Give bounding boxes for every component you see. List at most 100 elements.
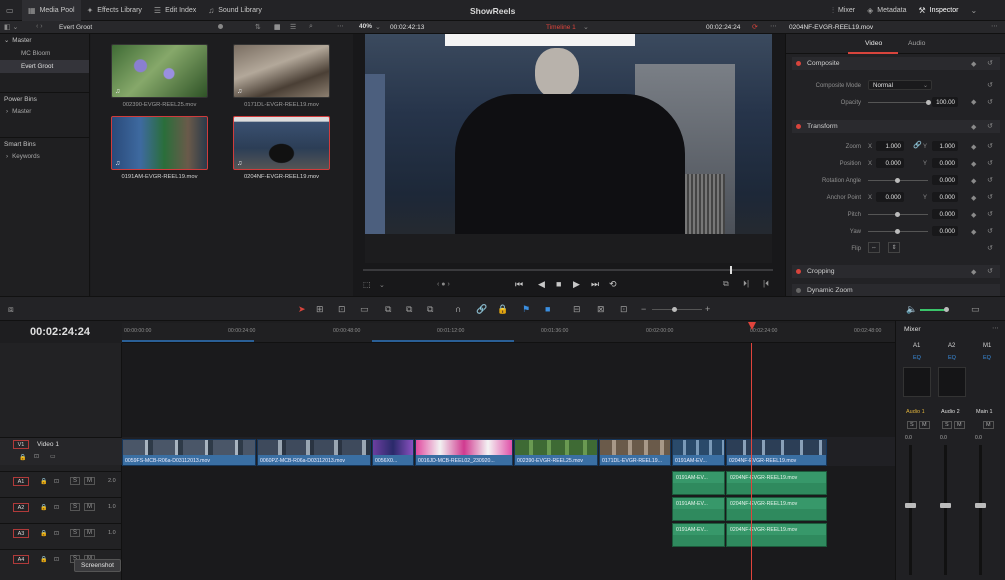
trim-tool-icon[interactable]: ⊞ (316, 304, 324, 315)
mute-button[interactable]: M (919, 421, 930, 429)
timeline-zoom-handle[interactable] (672, 307, 677, 312)
media-pool-button[interactable]: ▦ Media Pool (22, 0, 81, 21)
clip-thumbnail[interactable]: ♫ (233, 116, 330, 170)
position-x-value[interactable]: 0.000 (876, 158, 904, 168)
position-y-value[interactable]: 0.000 (932, 158, 958, 168)
smart-bin-keywords[interactable]: › Keywords (0, 150, 89, 163)
audio-clip[interactable]: 0191AM-EV... (672, 523, 725, 547)
monitor-icon[interactable]: ▭ (50, 453, 56, 460)
audio-clip[interactable]: 0204NF-EVGR-REEL19.mov (726, 497, 827, 521)
timeline-ruler[interactable]: 00:00:00:00 00:00:24:00 00:00:48:00 00:0… (122, 322, 895, 343)
reset-icon[interactable]: ↺ (987, 159, 993, 167)
clip-thumbnail[interactable]: ♫ (111, 116, 208, 170)
video-clip[interactable]: 0059FS-MCB-R06a-D03112013.mov (122, 439, 256, 466)
zoom-in-icon[interactable]: + (705, 304, 710, 314)
lock-icon[interactable]: 🔒 (40, 556, 47, 563)
sync-icon[interactable]: ⟳ (752, 23, 758, 31)
crop-tool-icon[interactable]: ⬚ (363, 280, 371, 289)
video-clip[interactable]: 0016JD-MCB-REEL02_230920... (415, 439, 513, 466)
selection-tool-icon[interactable]: ➤ (298, 304, 306, 315)
anchor-y-value[interactable]: 0.000 (932, 192, 958, 202)
video-clip[interactable]: 0056X0... (372, 439, 414, 466)
composite-section-header[interactable]: Composite (792, 57, 1000, 70)
keyframe-icon[interactable]: ◆ (971, 160, 976, 168)
dynamic-zoom-section-header[interactable]: Dynamic Zoom (792, 284, 1000, 296)
fader-handle[interactable] (905, 503, 916, 508)
reset-icon[interactable]: ↺ (987, 142, 993, 150)
insert-clip-icon[interactable]: ⧉ (385, 304, 391, 315)
video-clip[interactable]: 0191AM-EV... (672, 439, 725, 466)
viewer-zoom[interactable]: 40% (359, 23, 372, 30)
keyframe-icon[interactable]: ◆ (971, 143, 976, 151)
auto-select-icon[interactable]: ⊡ (54, 556, 59, 563)
chevron-down-icon[interactable]: ⌄ (375, 23, 381, 31)
overwrite-clip-icon[interactable]: ⧉ (406, 304, 412, 315)
tab-video[interactable]: Video (865, 40, 882, 47)
zoom-detail-icon[interactable]: ⊠ (597, 304, 605, 315)
go-to-end-icon[interactable]: ⏭ (591, 279, 599, 290)
track-id[interactable]: A1 (13, 477, 29, 486)
loop-icon[interactable]: ⟲ (609, 279, 617, 290)
track-id[interactable]: A4 (13, 555, 29, 564)
solo-button[interactable]: S (907, 421, 917, 429)
more-options-icon[interactable]: ⋯ (991, 22, 998, 30)
previous-edit-icon[interactable]: |⏴ (763, 279, 769, 289)
clip-thumbnail[interactable]: ♫ (233, 44, 330, 98)
power-bin-master[interactable]: › Master (0, 105, 89, 118)
metadata-button[interactable]: ◈ Metadata (861, 0, 912, 21)
bin-item-evert-groot[interactable]: Evert Groot (0, 60, 89, 73)
mute-button[interactable]: M (84, 477, 95, 485)
blade-tool-icon[interactable]: ▭ (360, 304, 369, 315)
flip-horizontal-icon[interactable]: ⇔ (868, 242, 880, 253)
mute-button[interactable]: M (954, 421, 965, 429)
auto-select-icon[interactable]: ⊡ (34, 453, 39, 460)
yaw-value[interactable]: 0.000 (932, 226, 958, 236)
anchor-x-value[interactable]: 0.000 (876, 192, 904, 202)
play-icon[interactable]: ▶ (573, 279, 580, 290)
fader-track[interactable] (944, 445, 947, 575)
lock-icon[interactable]: 🔒 (40, 504, 47, 511)
search-icon[interactable]: ⌕ (309, 23, 313, 31)
panel-toggle-button[interactable]: ▭ (0, 0, 22, 21)
reset-icon[interactable]: ↺ (987, 193, 993, 201)
keyframe-icon[interactable]: ◆ (971, 228, 976, 236)
mixer-button[interactable]: ⫶ Mixer (826, 0, 861, 21)
eq-label[interactable]: EQ (983, 355, 991, 361)
monitor-icon[interactable]: ▭ (971, 304, 980, 315)
scrubber-playhead[interactable] (730, 266, 732, 274)
pan-display[interactable] (938, 367, 966, 397)
edit-index-button[interactable]: ☰ Edit Index (148, 0, 202, 21)
zoom-y-value[interactable]: 1.000 (932, 141, 958, 151)
keyframe-icon[interactable]: ◆ (971, 98, 976, 106)
thumbnail-view-icon[interactable]: ▦ (274, 23, 281, 31)
solo-button[interactable]: S (942, 421, 952, 429)
enable-toggle-icon[interactable] (796, 61, 801, 66)
solo-button[interactable]: S (70, 529, 81, 537)
zoom-out-icon[interactable]: − (641, 304, 646, 314)
reset-icon[interactable]: ↺ (987, 59, 993, 67)
sort-icon[interactable]: ⇅ (255, 23, 261, 31)
reset-icon[interactable]: ↺ (987, 244, 993, 252)
viewer-scrubber[interactable] (363, 266, 773, 274)
media-clip[interactable]: ♫ 0171DL-EVGR-REEL19.mov (233, 44, 330, 108)
opacity-slider-handle[interactable] (926, 100, 931, 105)
jog-control-icon[interactable]: ‹ ● › (437, 281, 450, 288)
track-name[interactable]: Video 1 (37, 441, 59, 448)
reset-icon[interactable]: ↺ (987, 176, 993, 184)
media-clip[interactable]: ♫ 0191AM-EVGR-REEL19.mov (111, 116, 208, 180)
pitch-value[interactable]: 0.000 (932, 209, 958, 219)
go-to-start-icon[interactable]: ⏮ (515, 279, 523, 290)
media-clip[interactable]: ♫ 0204NF-EVGR-REEL19.mov (233, 116, 330, 180)
timeline-zoom-slider[interactable] (652, 309, 702, 310)
media-clip[interactable]: ♫ 002390-EVGR-REEL25.mov (111, 44, 208, 108)
track-id[interactable]: V1 (13, 440, 29, 449)
dynamic-trim-icon[interactable]: ⊡ (338, 304, 346, 315)
audio-clip[interactable]: 0191AM-EV... (672, 471, 725, 495)
reset-icon[interactable]: ↺ (987, 98, 993, 106)
solo-button[interactable]: S (70, 503, 81, 511)
master-bin[interactable]: ⌄ Master (0, 34, 89, 47)
keyframe-icon[interactable]: ◆ (971, 177, 976, 185)
zoom-to-fit-icon[interactable]: ⊟ (573, 304, 581, 315)
pan-display[interactable] (903, 367, 931, 397)
track-id[interactable]: A3 (13, 529, 29, 538)
